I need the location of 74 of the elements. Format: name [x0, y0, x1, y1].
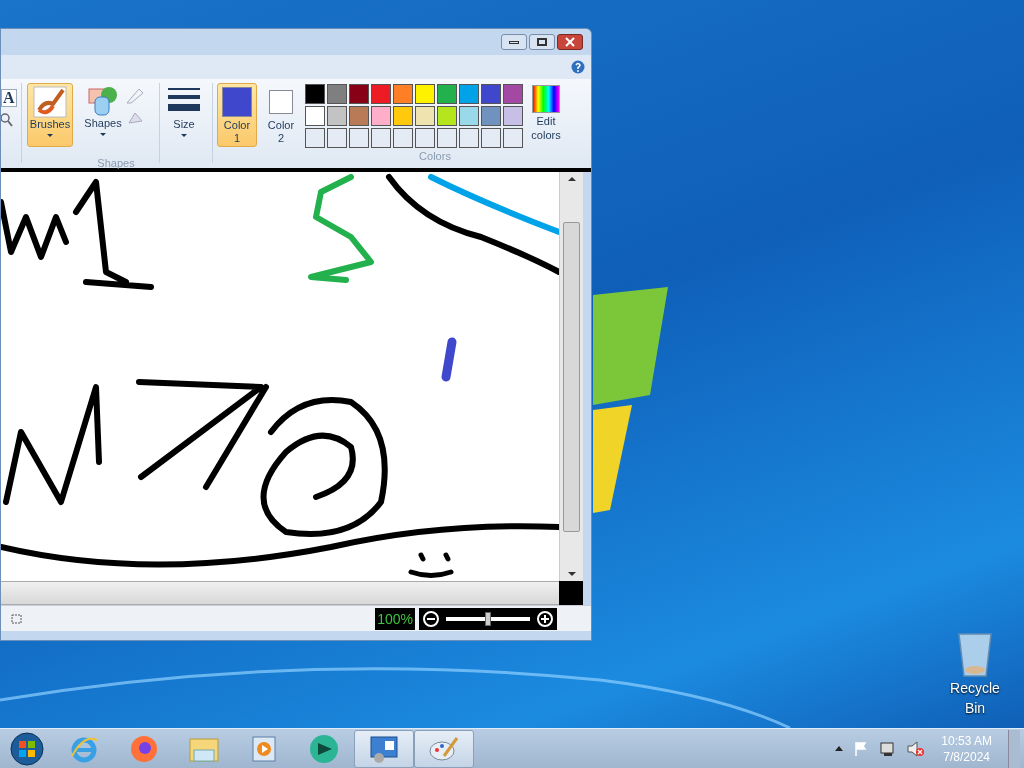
empty-swatch[interactable]	[349, 128, 369, 148]
dropdown-caret-icon	[181, 133, 187, 137]
palette-swatch[interactable]	[327, 106, 347, 126]
zoom-in-button[interactable]	[537, 610, 553, 627]
shapes-icon	[87, 85, 119, 117]
palette-swatch[interactable]	[349, 84, 369, 104]
play-globe-icon	[308, 732, 340, 765]
recycle-bin-icon[interactable]	[955, 630, 995, 678]
close-button[interactable]	[557, 34, 583, 50]
control-panel-icon	[368, 733, 400, 764]
text-tool-glyph[interactable]: A	[1, 89, 17, 107]
palette-swatch[interactable]	[305, 84, 325, 104]
edit-colors-button[interactable]: Edit colors	[527, 83, 565, 147]
zoom-slider[interactable]	[443, 611, 533, 626]
close-icon	[565, 37, 575, 47]
empty-swatch[interactable]	[327, 128, 347, 148]
media-player-icon	[250, 733, 278, 764]
brushes-button[interactable]: Brushes	[27, 83, 73, 147]
palette-swatch[interactable]	[305, 106, 325, 126]
color-one-button[interactable]: Color 1	[217, 83, 257, 147]
empty-swatch[interactable]	[459, 128, 479, 148]
help-icon[interactable]	[571, 60, 585, 74]
palette-swatch[interactable]	[459, 84, 479, 104]
palette-swatch[interactable]	[415, 84, 435, 104]
group-label: Colors	[419, 149, 451, 164]
scroll-down-arrow-icon[interactable]	[567, 572, 576, 576]
palette-swatch[interactable]	[393, 106, 413, 126]
palette-swatch[interactable]	[437, 84, 457, 104]
palette-swatch[interactable]	[393, 84, 413, 104]
start-orb-icon	[10, 731, 44, 766]
vertical-scrollbar[interactable]	[559, 172, 583, 581]
dropdown-caret-icon	[47, 133, 53, 137]
palette-swatch[interactable]	[371, 106, 391, 126]
zoom-out-button[interactable]	[423, 610, 439, 627]
minimize-button[interactable]	[501, 34, 527, 50]
palette-swatch[interactable]	[481, 84, 501, 104]
palette-swatch[interactable]	[327, 84, 347, 104]
tray-arrow-icon[interactable]	[835, 746, 844, 751]
fox-globe-icon	[129, 733, 159, 764]
horizontal-scrollbar[interactable]	[1, 581, 559, 605]
paintbrush-icon	[33, 86, 67, 118]
palette-swatch[interactable]	[349, 106, 369, 126]
selection-size-icon	[9, 611, 23, 626]
scrollbar-corner	[559, 581, 583, 605]
line-widths-icon	[167, 86, 201, 114]
size-button[interactable]: Size	[164, 83, 204, 147]
desktop-icon-label[interactable]: Recycle Bin	[940, 678, 1010, 718]
scroll-up-arrow-icon[interactable]	[567, 177, 576, 181]
shapes-button[interactable]: Shapes	[83, 83, 123, 147]
empty-swatch[interactable]	[415, 128, 435, 148]
palette-swatch[interactable]	[503, 106, 523, 126]
palette-swatch[interactable]	[503, 84, 523, 104]
group-label: Shapes	[97, 156, 135, 171]
palette-swatch[interactable]	[481, 106, 501, 126]
taskbar-button[interactable]	[354, 729, 414, 768]
palette-swatch[interactable]	[437, 106, 457, 126]
empty-swatch[interactable]	[481, 128, 501, 148]
color-two-button[interactable]: Color 2	[261, 83, 301, 147]
palette-swatch[interactable]	[415, 106, 435, 126]
plus-icon	[541, 614, 549, 623]
empty-swatch[interactable]	[503, 128, 523, 148]
slider-thumb[interactable]	[485, 611, 491, 626]
palette-swatch[interactable]	[371, 84, 391, 104]
palette-swatch[interactable]	[459, 106, 479, 126]
magnifier-icon[interactable]	[1, 113, 13, 127]
speaker-muted-icon[interactable]	[907, 740, 926, 757]
empty-swatch[interactable]	[371, 128, 391, 148]
dropdown-caret-icon	[100, 132, 106, 136]
scrollbar-thumb[interactable]	[563, 221, 580, 532]
empty-swatch[interactable]	[437, 128, 457, 148]
empty-swatch[interactable]	[393, 128, 413, 148]
empty-swatch[interactable]	[305, 128, 325, 148]
zoom-percentage: 100%	[375, 607, 415, 630]
restore-button[interactable]	[529, 34, 555, 50]
